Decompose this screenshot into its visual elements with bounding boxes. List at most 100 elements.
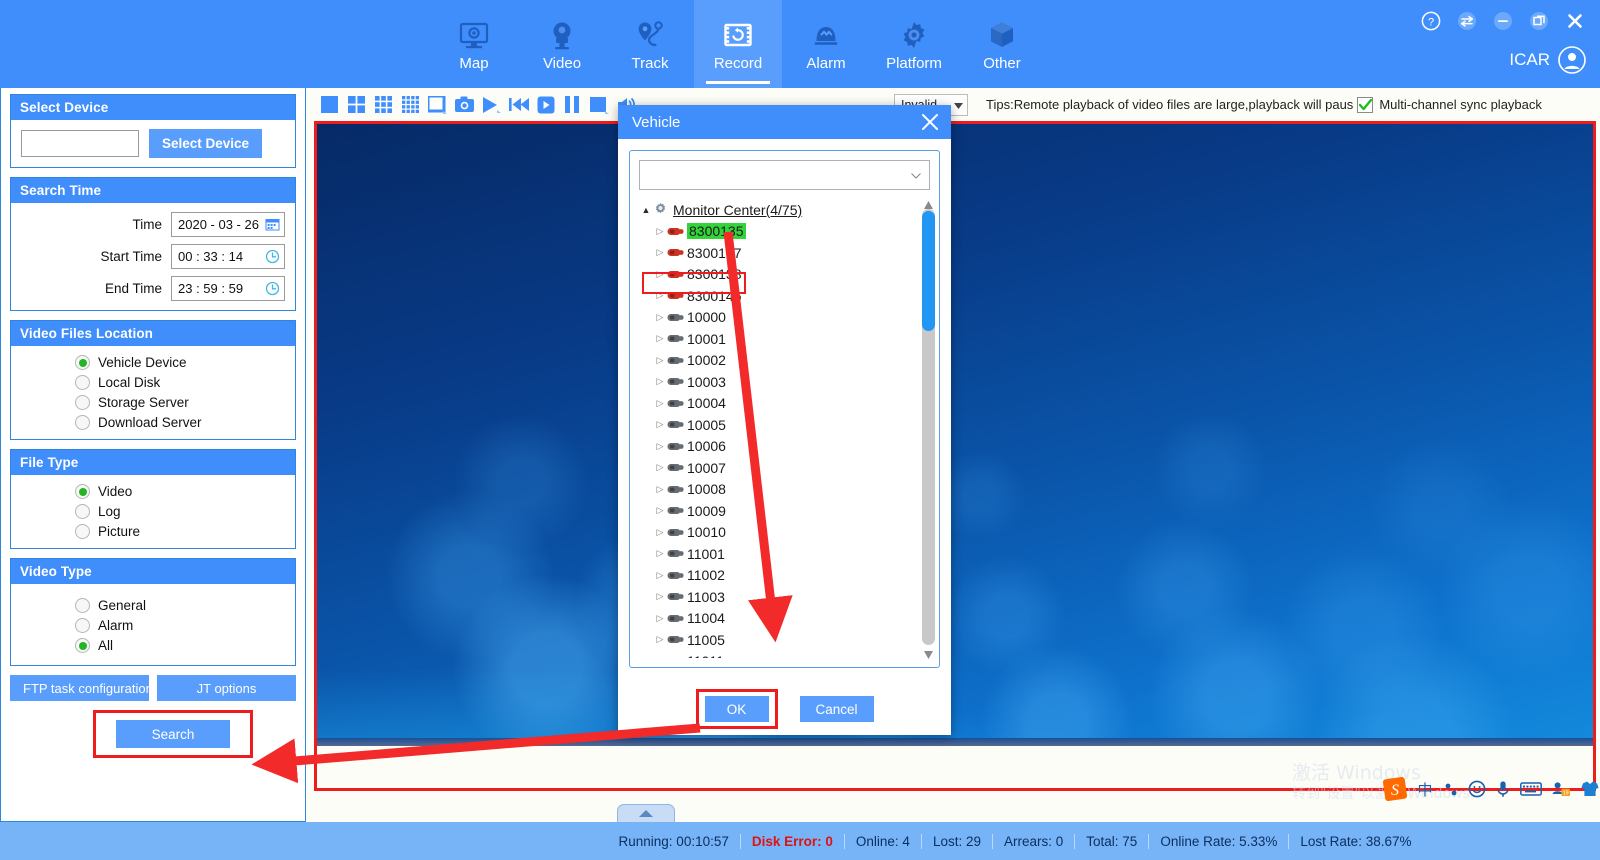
- sync-playback-checkbox[interactable]: [1357, 96, 1374, 113]
- step-icon[interactable]: [532, 93, 559, 117]
- keyboard-icon[interactable]: [1520, 781, 1542, 797]
- microphone-icon[interactable]: [1495, 780, 1511, 798]
- tree-node-vehicle[interactable]: ▷ 8300135: [639, 221, 906, 243]
- expand-arrow-icon[interactable]: ▲: [639, 205, 653, 215]
- collapse-timeline-handle[interactable]: [617, 804, 675, 822]
- video-display-area[interactable]: [314, 121, 1596, 791]
- search-button[interactable]: Search: [116, 720, 230, 748]
- tree-node-vehicle[interactable]: ▷ 10003: [639, 371, 906, 393]
- expand-arrow-icon[interactable]: ▷: [653, 419, 667, 430]
- nav-item-record[interactable]: Record: [694, 0, 782, 88]
- chinese-mode-icon[interactable]: 中: [1416, 780, 1434, 798]
- expand-arrow-icon[interactable]: ▷: [653, 312, 667, 323]
- tree-node-monitor-center[interactable]: ▲ Monitor Center(4/75): [639, 199, 906, 221]
- fullscreen-icon[interactable]: [424, 93, 451, 117]
- nav-item-track[interactable]: Track: [606, 0, 694, 88]
- tree-node-vehicle[interactable]: ▷ 10004: [639, 393, 906, 415]
- tree-node-vehicle[interactable]: ▷ 11004: [639, 608, 906, 630]
- expand-arrow-icon[interactable]: ▷: [653, 634, 667, 645]
- expand-arrow-icon[interactable]: ▷: [653, 226, 667, 237]
- expand-arrow-icon[interactable]: ▷: [653, 527, 667, 538]
- expand-arrow-icon[interactable]: ▷: [653, 333, 667, 344]
- tree-node-vehicle[interactable]: ▷ 10002: [639, 350, 906, 372]
- nav-item-map[interactable]: Map: [430, 0, 518, 88]
- radio-log[interactable]: Log: [75, 504, 285, 519]
- tree-node-vehicle[interactable]: ▷ 10001: [639, 328, 906, 350]
- tree-node-vehicle[interactable]: ▷ 10000: [639, 307, 906, 329]
- play-icon[interactable]: [478, 93, 505, 117]
- tree-node-vehicle[interactable]: ▷ 10009: [639, 500, 906, 522]
- expand-arrow-icon[interactable]: ▷: [653, 269, 667, 280]
- single-view-icon[interactable]: [316, 93, 343, 117]
- expand-arrow-icon[interactable]: ▷: [653, 398, 667, 409]
- expand-arrow-icon[interactable]: ▷: [653, 484, 667, 495]
- tree-node-vehicle[interactable]: ▷ 11005: [639, 629, 906, 651]
- clock-icon[interactable]: [265, 281, 280, 296]
- vehicle-tree-scroll[interactable]: ▲ Monitor Center(4/75) ▷ 8300135 ▷ 83001…: [639, 199, 930, 658]
- nine-split-icon[interactable]: [370, 93, 397, 117]
- radio-video[interactable]: Video: [75, 484, 285, 499]
- tree-node-vehicle[interactable]: ▷ 10007: [639, 457, 906, 479]
- stop-icon[interactable]: [586, 93, 613, 117]
- sixteen-split-icon[interactable]: [397, 93, 424, 117]
- nav-item-video[interactable]: Video: [518, 0, 606, 88]
- radio-alarm[interactable]: Alarm: [75, 618, 285, 633]
- user-calendar-icon[interactable]: 19: [1551, 780, 1571, 798]
- device-input[interactable]: [21, 130, 139, 157]
- close-icon[interactable]: [1564, 10, 1586, 32]
- tree-node-vehicle[interactable]: ▷ 10008: [639, 479, 906, 501]
- end-time-field[interactable]: 23 : 59 : 59: [171, 276, 285, 301]
- radio-vehicle-device[interactable]: Vehicle Device: [75, 355, 285, 370]
- snapshot-icon[interactable]: [451, 93, 478, 117]
- expand-arrow-icon[interactable]: ▷: [653, 247, 667, 258]
- expand-arrow-icon[interactable]: ▷: [653, 355, 667, 366]
- tree-node-vehicle[interactable]: ▷ 8300146: [639, 285, 906, 307]
- cancel-button[interactable]: Cancel: [799, 696, 874, 722]
- pause-icon[interactable]: [559, 93, 586, 117]
- clock-icon[interactable]: [265, 249, 280, 264]
- expand-arrow-icon[interactable]: ▷: [653, 290, 667, 301]
- scroll-up-icon[interactable]: [923, 197, 934, 209]
- user-account[interactable]: ICAR: [1509, 46, 1586, 74]
- switch-icon[interactable]: [1456, 10, 1478, 32]
- nav-item-platform[interactable]: Platform: [870, 0, 958, 88]
- tree-node-vehicle[interactable]: ▷ 11002: [639, 565, 906, 587]
- tree-node-vehicle[interactable]: ▷ 10010: [639, 522, 906, 544]
- radio-general[interactable]: General: [75, 598, 285, 613]
- expand-arrow-icon[interactable]: ▷: [653, 656, 667, 658]
- expand-arrow-icon[interactable]: ▷: [653, 441, 667, 452]
- punctuation-icon[interactable]: [1443, 780, 1459, 798]
- radio-picture[interactable]: Picture: [75, 524, 285, 539]
- radio-storage-server[interactable]: Storage Server: [75, 395, 285, 410]
- expand-arrow-icon[interactable]: ▷: [653, 570, 667, 581]
- nav-item-alarm[interactable]: Alarm: [782, 0, 870, 88]
- ok-button[interactable]: OK: [704, 696, 769, 722]
- vehicle-search-combo[interactable]: [639, 160, 930, 190]
- skin-shirt-icon[interactable]: [1580, 780, 1600, 798]
- restore-icon[interactable]: [1528, 10, 1550, 32]
- tree-node-vehicle[interactable]: ▷ 8300138: [639, 264, 906, 286]
- sogou-logo-icon[interactable]: S: [1383, 777, 1407, 801]
- nav-item-other[interactable]: Other: [958, 0, 1046, 88]
- expand-arrow-icon[interactable]: ▷: [653, 548, 667, 559]
- tree-node-vehicle[interactable]: ▷ 10005: [639, 414, 906, 436]
- radio-all[interactable]: All: [75, 638, 285, 653]
- four-split-icon[interactable]: [343, 93, 370, 117]
- start-time-field[interactable]: 00 : 33 : 14: [171, 244, 285, 269]
- date-field[interactable]: 2020 - 03 - 26: [171, 212, 285, 237]
- tree-scrollbar[interactable]: [920, 197, 937, 659]
- close-icon[interactable]: [919, 111, 941, 133]
- select-device-button[interactable]: Select Device: [149, 129, 263, 158]
- scroll-down-icon[interactable]: [923, 647, 934, 659]
- radio-local-disk[interactable]: Local Disk: [75, 375, 285, 390]
- tree-node-vehicle[interactable]: ▷ 11011: [639, 651, 906, 658]
- expand-arrow-icon[interactable]: ▷: [653, 613, 667, 624]
- calendar-icon[interactable]: [265, 217, 280, 232]
- tree-node-vehicle[interactable]: ▷ 10006: [639, 436, 906, 458]
- rewind-icon[interactable]: [505, 93, 532, 117]
- expand-arrow-icon[interactable]: ▷: [653, 462, 667, 473]
- tree-node-vehicle[interactable]: ▷ 8300137: [639, 242, 906, 264]
- tree-node-vehicle[interactable]: ▷ 11001: [639, 543, 906, 565]
- expand-arrow-icon[interactable]: ▷: [653, 591, 667, 602]
- emoji-icon[interactable]: [1468, 780, 1486, 798]
